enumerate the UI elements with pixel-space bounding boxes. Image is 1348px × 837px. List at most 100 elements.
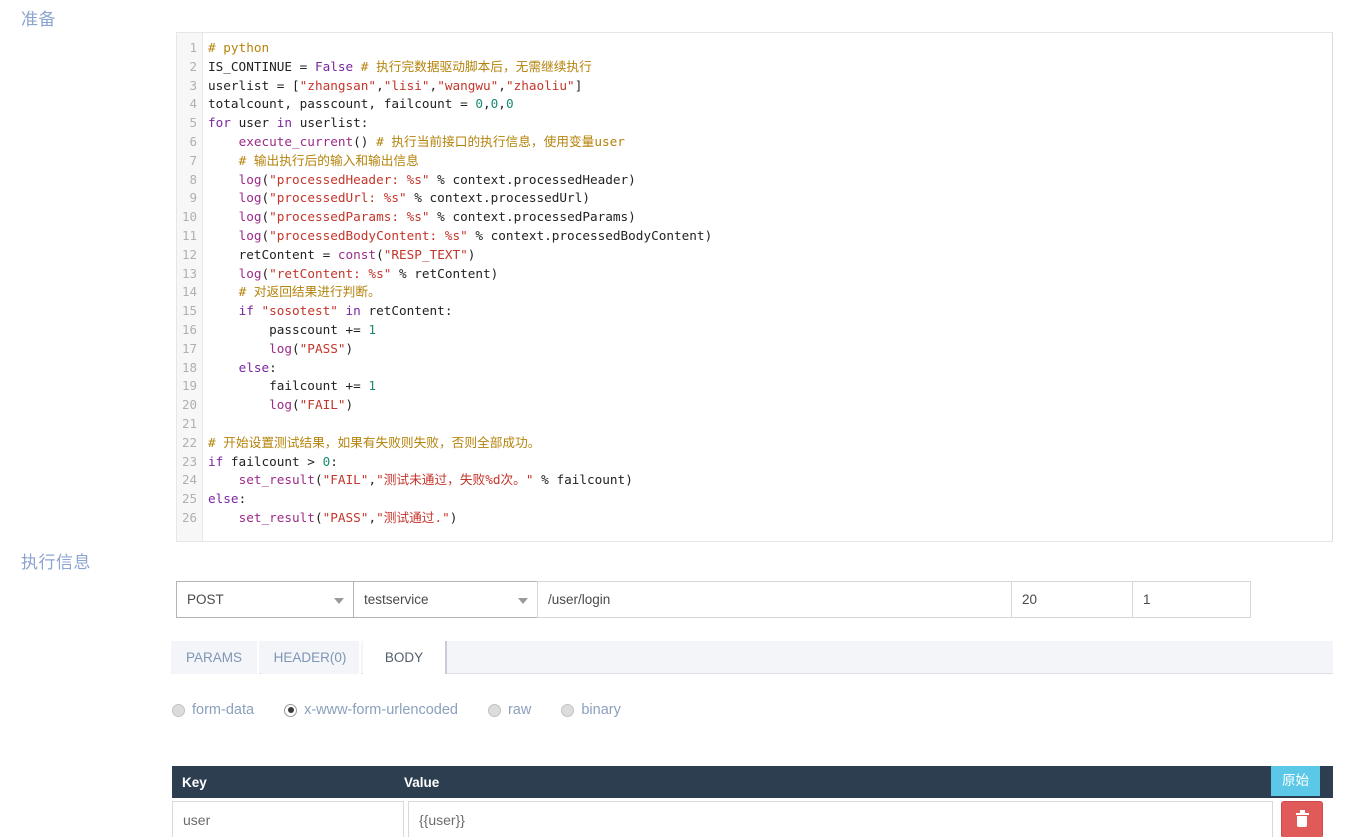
path-value: /user/login xyxy=(548,592,611,607)
body-type-option-x-www-form-urlencoded[interactable]: x-www-form-urlencoded xyxy=(284,702,458,718)
method-value: POST xyxy=(187,592,224,607)
body-type-label: binary xyxy=(581,702,621,718)
column-header-value: Value xyxy=(404,774,440,790)
kv-key-input[interactable]: user xyxy=(172,801,404,837)
code-line-list[interactable]: # python IS_CONTINUE = False # 执行完数据驱动脚本后… xyxy=(204,33,1332,541)
kv-row-list: user {{user}} xyxy=(172,801,1333,837)
line-number: 24 xyxy=(181,472,197,488)
code-line: totalcount, passcount, failcount = 0,0,0 xyxy=(208,96,514,112)
column-header-key: Key xyxy=(182,774,207,790)
code-line: userlist = ["zhangsan","lisi","wangwu","… xyxy=(208,77,583,93)
code-line: # 开始设置测试结果，如果有失败则失败，否则全部成功。 xyxy=(208,434,541,450)
page-root: 准备 执行信息 1 2 3 4 5 6 7 8 9 10 11 12 13 14 15 16 17 18 19 20 2… xyxy=(0,0,1348,837)
method-select[interactable]: POST xyxy=(176,581,354,618)
line-number: 5 xyxy=(189,115,197,131)
code-line: set_result("FAIL","测试未通过，失败%d次。" % failc… xyxy=(238,472,633,488)
line-number: 9 xyxy=(189,190,197,206)
code-line: log("PASS") xyxy=(269,340,354,356)
code-line: passcount += 1 xyxy=(269,321,377,337)
code-line: log("FAIL") xyxy=(269,397,354,413)
code-line: IS_CONTINUE = False # 执行完数据驱动脚本后，无需继续执行 xyxy=(208,58,592,74)
service-select[interactable]: testservice xyxy=(353,581,538,618)
service-value: testservice xyxy=(364,592,429,607)
line-number: 25 xyxy=(181,491,197,507)
line-number: 3 xyxy=(189,77,197,93)
section-label-prepare: 准备 xyxy=(21,10,56,29)
line-number: 1 xyxy=(189,40,197,55)
code-line: # python xyxy=(208,40,270,55)
code-gutter: 1 2 3 4 5 6 7 8 9 10 11 12 13 14 15 16 17 18 19 20 21 22 23 24 2… xyxy=(177,33,203,541)
line-number: 11 xyxy=(181,227,197,243)
chevron-down-icon xyxy=(518,597,528,604)
code-line: failcount += 1 xyxy=(269,378,377,394)
radio-icon[interactable] xyxy=(561,703,575,717)
timeout-value: 20 xyxy=(1022,592,1038,607)
request-bar: POST testservice /user/login 20 1 xyxy=(176,581,1251,618)
code-line: log("retContent: %s" % retContent) xyxy=(238,265,499,281)
radio-icon[interactable] xyxy=(284,703,298,717)
kv-table-header: Key Value 原始 xyxy=(172,766,1333,798)
timeout-input[interactable]: 20 xyxy=(1011,581,1133,618)
line-number: 12 xyxy=(181,246,197,262)
body-type-option-binary[interactable]: binary xyxy=(561,702,621,718)
chevron-down-icon xyxy=(334,597,344,604)
code-line: set_result("PASS","测试通过.") xyxy=(238,509,458,525)
body-type-radio-group: form-data x-www-form-urlencoded raw binary xyxy=(172,702,651,718)
line-number: 16 xyxy=(181,321,197,337)
code-line: else: xyxy=(238,359,277,375)
code-line: if "sosotest" in retContent: xyxy=(238,303,453,319)
kv-value-input[interactable]: {{user}} xyxy=(408,801,1273,837)
request-tab-strip: PARAMS HEADER(0) BODY xyxy=(171,641,1333,674)
line-number: 14 xyxy=(181,284,197,300)
code-line: log("processedParams: %s" % context.proc… xyxy=(238,209,636,225)
tab-header[interactable]: HEADER(0) xyxy=(261,641,361,674)
line-number: 8 xyxy=(189,171,197,187)
code-line: if failcount > 0: xyxy=(208,453,338,469)
line-number: 17 xyxy=(181,340,197,356)
body-type-label: raw xyxy=(507,702,532,718)
tab-params[interactable]: PARAMS xyxy=(171,641,259,674)
section-label-exec-info: 执行信息 xyxy=(21,553,91,572)
body-kv-table: Key Value 原始 user {{user}} xyxy=(172,766,1333,837)
kv-value-value: {{user}} xyxy=(419,811,465,828)
line-number: 7 xyxy=(189,152,197,168)
line-number: 2 xyxy=(189,58,197,74)
line-number: 19 xyxy=(181,378,197,394)
code-line: retContent = const("RESP_TEXT") xyxy=(238,246,476,262)
python-code-editor[interactable]: 1 2 3 4 5 6 7 8 9 10 11 12 13 14 15 16 17 18 19 20 21 22 23 24 2… xyxy=(176,32,1333,542)
body-type-label: form-data xyxy=(192,702,255,718)
kv-key-value: user xyxy=(183,811,211,828)
delete-row-button[interactable] xyxy=(1281,801,1323,837)
line-number: 15 xyxy=(181,303,197,319)
body-type-label: x-www-form-urlencoded xyxy=(304,702,458,718)
line-number: 13 xyxy=(181,265,197,281)
path-input[interactable]: /user/login xyxy=(537,581,1012,618)
code-line: execute_current() # 执行当前接口的执行信息，使用变量user xyxy=(238,133,625,149)
code-line: log("processedUrl: %s" % context.process… xyxy=(238,190,590,206)
line-number: 21 xyxy=(181,415,197,431)
repeat-value: 1 xyxy=(1143,592,1151,607)
line-number: 6 xyxy=(189,133,197,149)
radio-icon[interactable] xyxy=(487,703,501,717)
code-line: # 输出执行后的输入和输出信息 xyxy=(238,152,419,168)
line-number-list: 1 2 3 4 5 6 7 8 9 10 11 12 13 14 15 16 17 18 19 20 21 22 23 24 2… xyxy=(177,33,202,528)
raw-view-button[interactable]: 原始 xyxy=(1271,766,1320,796)
radio-icon[interactable] xyxy=(172,703,185,717)
kv-table-row: user {{user}} xyxy=(172,801,1333,837)
tab-body[interactable]: BODY xyxy=(363,641,447,674)
code-line: else: xyxy=(208,491,247,507)
body-type-option-form-data[interactable]: form-data xyxy=(172,702,254,718)
repeat-input[interactable]: 1 xyxy=(1132,581,1251,618)
body-type-option-raw[interactable]: raw xyxy=(487,702,532,718)
code-line: log("processedHeader: %s" % context.proc… xyxy=(238,171,636,187)
trash-icon xyxy=(1295,810,1309,827)
code-line: log("processedBodyContent: %s" % context… xyxy=(238,227,713,243)
line-number: 20 xyxy=(181,397,197,413)
code-line: for user in userlist: xyxy=(208,115,369,131)
line-number: 10 xyxy=(181,209,197,225)
line-number: 18 xyxy=(181,359,197,375)
line-number: 4 xyxy=(189,96,197,112)
code-line: # 对返回结果进行判断。 xyxy=(238,284,381,300)
line-number: 26 xyxy=(181,509,197,525)
